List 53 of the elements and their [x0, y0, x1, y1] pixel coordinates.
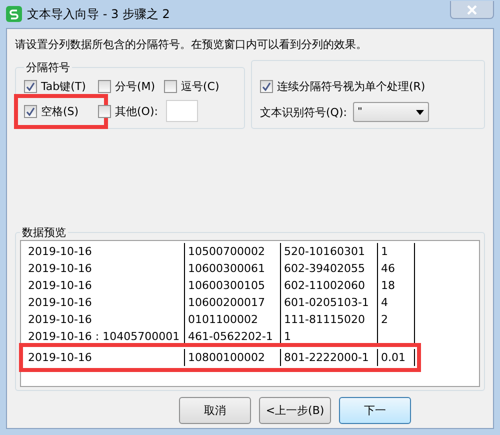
table-cell: 0.01: [378, 349, 415, 366]
close-icon: [467, 4, 477, 14]
qualifier-dropdown[interactable]: ": [352, 102, 429, 122]
checkbox-label: 其他(O):: [115, 104, 158, 118]
checkbox-label: Tab键(T): [41, 79, 86, 94]
dialog-button[interactable]: <上一步(B): [259, 397, 331, 424]
table-cell: 4: [378, 294, 415, 311]
table-cell: 601-0205103-1: [281, 294, 378, 311]
table-cell: 10600300105: [185, 277, 281, 294]
table-cell: 10500700002: [185, 243, 281, 260]
table-cell: 1: [281, 328, 378, 345]
field-label: 文本识别符号(Q):: [260, 104, 347, 120]
table-cell: 2019-10-16: [25, 277, 185, 294]
table-cell: 602-39402055: [281, 260, 378, 277]
close-button[interactable]: [450, 1, 494, 19]
checkbox[interactable]: [260, 80, 273, 93]
table-cell: 10600300061: [185, 260, 281, 277]
table-cell: 10600200017: [185, 294, 281, 311]
table-cell: 0101100002: [185, 311, 281, 328]
table-cell: 18: [378, 277, 415, 294]
table-cell: 2019-10-16: [25, 260, 185, 277]
dialog-button[interactable]: 下一: [339, 397, 411, 424]
table-cell: 2019-10-16: [25, 243, 185, 260]
checkbox-label: 分号(M): [115, 79, 156, 94]
checkbox[interactable]: [98, 104, 111, 118]
table-cell: 111-81115020: [281, 311, 378, 328]
instruction-text: 请设置分列数据所包含的分隔符号。在预览窗口内可以看到分列的效果。: [15, 37, 368, 52]
checkbox[interactable]: [24, 104, 37, 118]
table-cell: 46: [378, 260, 415, 277]
table-cell: 2019-10-16: [25, 294, 185, 311]
table-cell: 2019-10-16: [25, 311, 185, 328]
table-cell: 520-10160301: [281, 243, 378, 260]
dialog-button[interactable]: 取消: [179, 397, 251, 424]
checkbox-label: 空格(S): [41, 104, 79, 118]
window-title: 文本导入向导 - 3 步骤之 2: [27, 6, 170, 22]
app-logo-icon: [6, 6, 22, 22]
table-cell: 2: [378, 311, 415, 328]
table-cell: 1: [378, 243, 415, 260]
group-title: 分隔符号: [25, 60, 71, 75]
input-field[interactable]: [166, 100, 198, 122]
table-cell: 461-0562202-1: [185, 328, 281, 345]
group-title: 数据预览: [21, 225, 67, 240]
table-cell: 2019-10-16: [25, 349, 185, 366]
caret-icon: [416, 110, 424, 114]
checkbox-label: 逗号(C): [181, 79, 220, 94]
table-cell: 10800100002: [185, 349, 281, 366]
checkbox-label: 连续分隔符号视为单个处理(R): [277, 79, 426, 94]
checkbox[interactable]: [98, 80, 111, 93]
table-cell: 801-2222000-1: [281, 349, 378, 366]
checkbox[interactable]: [164, 80, 177, 93]
checkbox[interactable]: [24, 80, 37, 93]
table-cell: 602-11002060: [281, 277, 378, 294]
table-cell: 2019-10-16 : 10405700001: [25, 328, 185, 345]
